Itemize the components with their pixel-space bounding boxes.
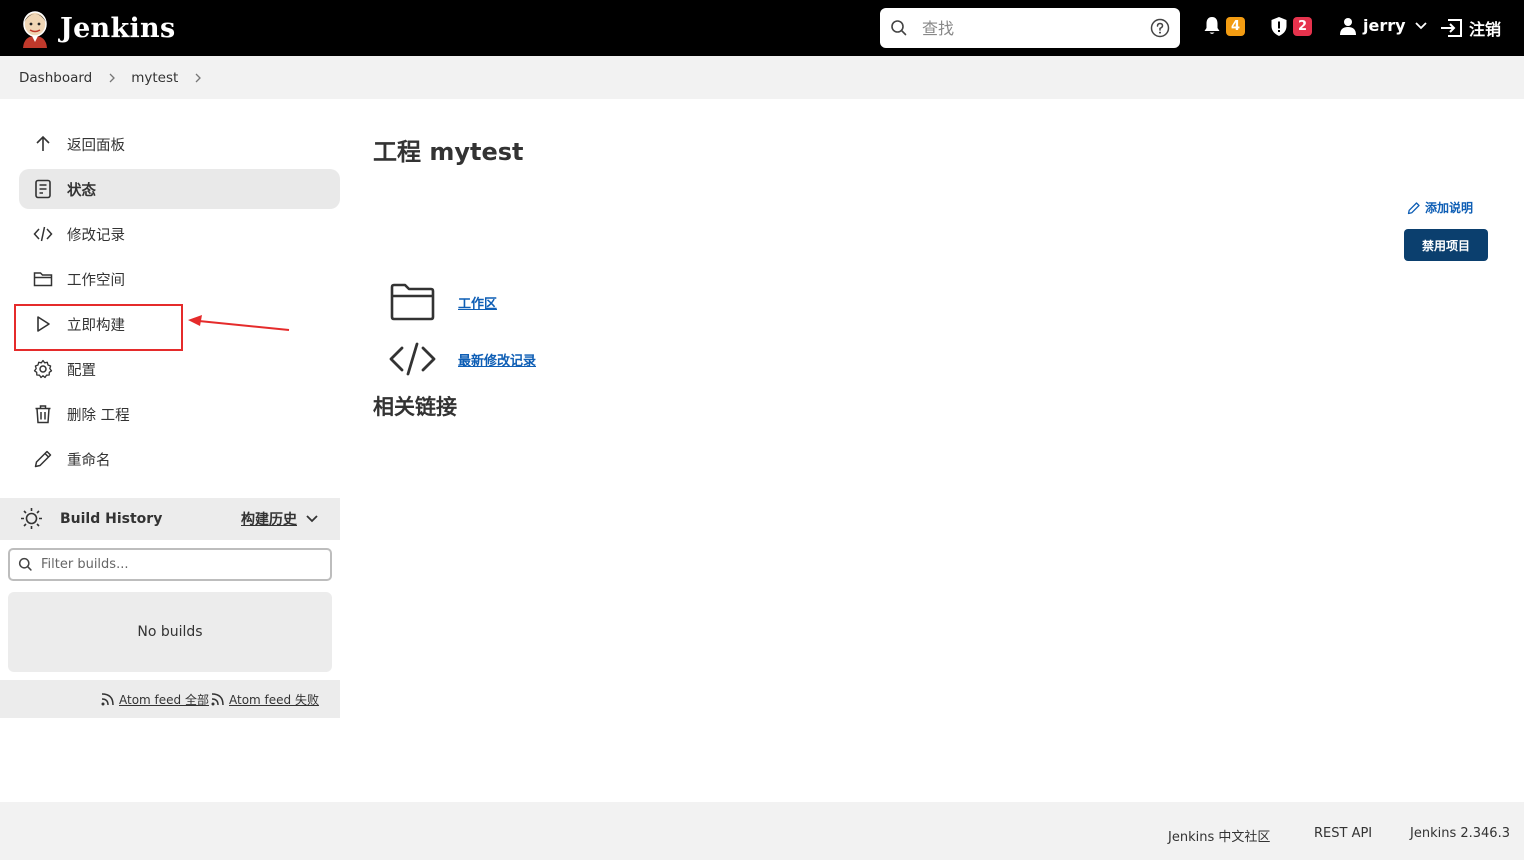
no-builds-text: No builds (137, 624, 203, 640)
security-badge: 2 (1293, 17, 1312, 36)
chevron-down-icon (1414, 21, 1427, 29)
shield-icon (1271, 17, 1287, 36)
trash-icon (35, 405, 51, 424)
help-icon[interactable] (1150, 18, 1170, 38)
recent-changes-link-label: 最新修改记录 (458, 353, 537, 369)
atom-feed-all-link[interactable]: Atom feed 全部 (101, 691, 209, 708)
atom-feed-failed-link[interactable]: Atom feed 失败 (211, 691, 319, 708)
build-history-header: Build History 构建历史 (0, 498, 340, 540)
pencil-icon (1407, 201, 1420, 214)
task-status[interactable]: 状态 (19, 169, 340, 209)
security-button[interactable]: 2 (1270, 16, 1312, 37)
breadcrumb-dashboard[interactable]: Dashboard (19, 70, 92, 86)
footer-version-link[interactable]: Jenkins 2.346.3 (1410, 826, 1510, 841)
recent-changes-link[interactable]: 最新修改记录 (389, 340, 536, 378)
task-configure[interactable]: 配置 (19, 349, 340, 389)
filter-builds-box[interactable] (8, 548, 332, 581)
logout-button[interactable]: 注销 (1440, 16, 1501, 40)
task-label: 修改记录 (67, 227, 125, 244)
jenkins-logo-icon (23, 11, 47, 48)
bell-icon (1204, 17, 1220, 34)
task-changes[interactable]: 修改记录 (19, 214, 340, 254)
chevron-right-icon[interactable] (194, 73, 202, 83)
user-menu[interactable]: jerry (1339, 16, 1427, 35)
rss-icon (101, 693, 114, 706)
chevron-down-icon[interactable] (305, 513, 319, 525)
page-footer: Jenkins 中文社区 REST API Jenkins 2.346.3 (0, 802, 1524, 860)
document-icon (35, 179, 51, 199)
code-icon (33, 226, 53, 242)
logout-icon (1441, 19, 1462, 37)
chevron-right-icon (109, 73, 116, 82)
add-description-label: 添加说明 (1425, 201, 1474, 215)
folder-icon (33, 272, 53, 287)
page-title: 工程 mytest (373, 138, 524, 166)
breadcrumb: Dashboard mytest (0, 56, 1524, 99)
workspace-link-label: 工作区 (458, 296, 498, 312)
task-label: 工作空间 (67, 272, 125, 289)
add-description-link[interactable]: 添加说明 (1407, 199, 1473, 216)
workspace-link[interactable]: 工作区 (389, 282, 497, 322)
atom-feed-failed-label: Atom feed 失败 (229, 693, 319, 707)
pencil-icon (34, 450, 52, 468)
task-back-to-dashboard[interactable]: 返回面板 (19, 124, 340, 164)
footer-rest-api-link[interactable]: REST API (1314, 826, 1372, 841)
build-history-title: Build History (60, 511, 163, 527)
footer-community-link[interactable]: Jenkins 中文社区 (1168, 826, 1270, 845)
disable-project-button[interactable]: 禁用项目 (1404, 229, 1488, 261)
build-trend-link[interactable]: 构建历史 (241, 509, 297, 529)
task-workspace[interactable]: 工作空间 (19, 259, 340, 299)
gear-icon (33, 359, 53, 379)
atom-feed-all-label: Atom feed 全部 (119, 693, 209, 707)
search-box[interactable] (880, 8, 1180, 48)
task-label: 立即构建 (67, 317, 125, 334)
top-header: Jenkins 4 2 jerry (0, 0, 1524, 56)
breadcrumb-mytest[interactable]: mytest (131, 70, 178, 86)
search-icon (18, 557, 32, 571)
play-icon (37, 316, 50, 332)
no-builds-panel: No builds (8, 592, 332, 672)
folder-icon (390, 283, 435, 321)
user-name: jerry (1363, 16, 1406, 35)
task-label: 配置 (67, 362, 96, 379)
task-label: 返回面板 (67, 137, 125, 154)
user-icon (1340, 17, 1356, 35)
sun-build-history-icon (21, 508, 42, 529)
task-delete-project[interactable]: 删除 工程 (19, 394, 340, 434)
search-input[interactable] (922, 18, 1142, 38)
brand-name: Jenkins (60, 12, 176, 44)
task-build-now[interactable]: 立即构建 (19, 304, 340, 344)
task-label: 状态 (67, 182, 96, 199)
arrow-up-icon (36, 135, 50, 151)
related-links-title: 相关链接 (373, 395, 457, 419)
notifications-badge: 4 (1226, 16, 1245, 36)
search-icon (891, 20, 907, 36)
logout-label: 注销 (1469, 20, 1502, 39)
task-label: 删除 工程 (67, 407, 130, 424)
notifications-button[interactable]: 4 (1203, 16, 1245, 36)
filter-builds-input[interactable] (41, 557, 321, 572)
task-label: 重命名 (67, 452, 111, 469)
jenkins-home-link[interactable]: Jenkins (18, 8, 175, 48)
atom-feeds-bar: Atom feed 全部 Atom feed 失败 (0, 680, 340, 718)
code-icon (389, 342, 436, 376)
task-rename[interactable]: 重命名 (19, 439, 340, 479)
rss-icon (211, 693, 224, 706)
